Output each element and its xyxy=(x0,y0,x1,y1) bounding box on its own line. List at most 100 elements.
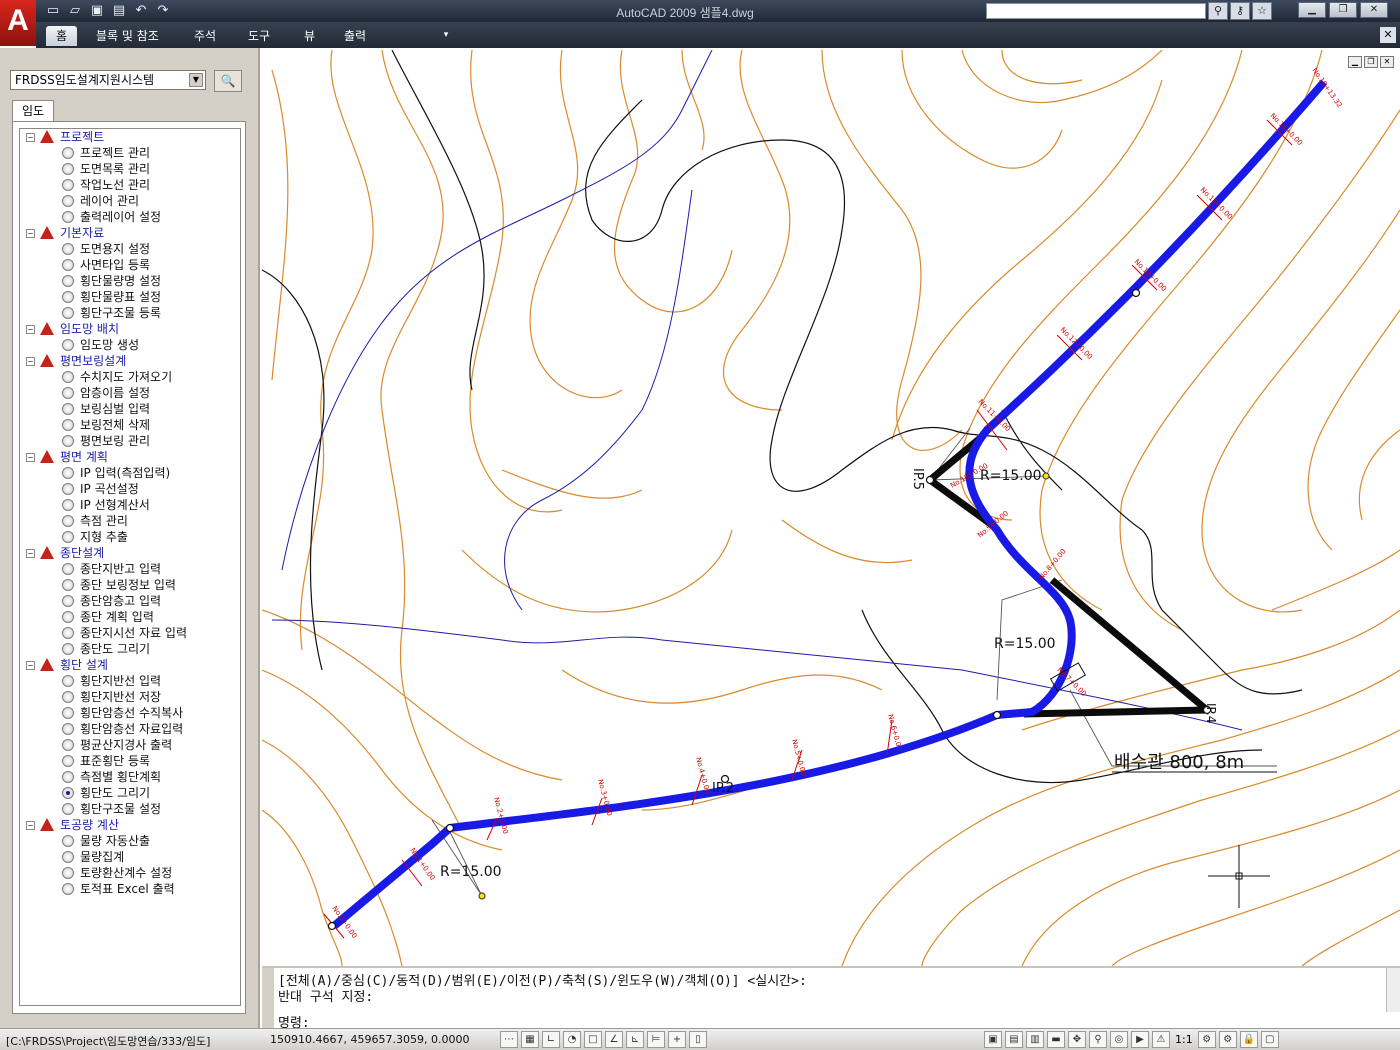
ribbon-expand-icon[interactable]: ▾ xyxy=(440,30,452,40)
quickview-icon[interactable]: ▬ xyxy=(1047,1031,1065,1048)
radio-icon[interactable] xyxy=(62,579,74,591)
ortho-icon[interactable]: ∟ xyxy=(542,1031,560,1048)
radio-icon[interactable] xyxy=(62,611,74,623)
collapse-icon[interactable]: − xyxy=(26,229,35,238)
clean-screen-icon[interactable]: ▢ xyxy=(1260,1031,1279,1048)
redo-icon[interactable]: ↷ xyxy=(154,2,172,20)
polar-icon[interactable]: ◔ xyxy=(563,1031,581,1048)
dyn-icon[interactable]: ⊨ xyxy=(647,1031,665,1048)
viewport-minimize-icon[interactable]: ▁ xyxy=(1348,56,1362,68)
drawing-svg[interactable]: No.0+0.00 No.1+0.00 No.2+0.00 No.3+0.00 … xyxy=(262,50,1400,966)
radio-icon[interactable] xyxy=(62,707,74,719)
radio-icon[interactable] xyxy=(62,275,74,287)
collapse-icon[interactable]: − xyxy=(26,549,35,558)
collapse-icon[interactable]: − xyxy=(26,661,35,670)
tab-output[interactable]: 출력 xyxy=(334,26,376,46)
radio-icon[interactable] xyxy=(62,595,74,607)
radio-icon[interactable] xyxy=(62,643,74,655)
tab-annotate[interactable]: 주석 xyxy=(184,26,226,46)
search-icon[interactable]: ⚲ xyxy=(1208,2,1228,20)
otrack-icon[interactable]: ∠ xyxy=(605,1031,623,1048)
lineweight-icon[interactable]: + xyxy=(668,1031,686,1048)
radio-icon[interactable] xyxy=(62,531,74,543)
radio-icon[interactable] xyxy=(62,371,74,383)
snap-icon[interactable]: ⋯ xyxy=(500,1031,518,1048)
radio-icon[interactable] xyxy=(62,691,74,703)
new-icon[interactable]: ▭ xyxy=(44,2,62,20)
quickprops-icon[interactable]: ▯ xyxy=(689,1031,707,1048)
ducs-icon[interactable]: ⊾ xyxy=(626,1031,644,1048)
collapse-icon[interactable]: − xyxy=(26,453,35,462)
close-icon[interactable]: ✕ xyxy=(1360,2,1388,18)
radio-icon[interactable] xyxy=(62,515,74,527)
radio-icon[interactable] xyxy=(62,771,74,783)
radio-icon[interactable] xyxy=(62,435,74,447)
radio-icon[interactable] xyxy=(62,723,74,735)
radio-icon[interactable] xyxy=(62,291,74,303)
collapse-icon[interactable]: − xyxy=(26,357,35,366)
system-dropdown[interactable]: FRDSS임도설계지원시스템 ▼ xyxy=(10,70,206,90)
tab-forest-road[interactable]: 임도 xyxy=(12,100,54,122)
radio-icon[interactable] xyxy=(62,867,74,879)
key-icon[interactable]: ⚷ xyxy=(1230,2,1250,20)
radio-icon[interactable] xyxy=(62,883,74,895)
print-icon[interactable]: ▤ xyxy=(110,2,128,20)
radio-icon[interactable] xyxy=(62,259,74,271)
radio-icon[interactable] xyxy=(62,211,74,223)
radio-icon[interactable] xyxy=(62,243,74,255)
command-scrollbar[interactable] xyxy=(1386,968,1400,1012)
tab-block-reference[interactable]: 블록 및 참조 xyxy=(86,26,169,46)
annotation-scale-icon[interactable]: ⚠ xyxy=(1152,1031,1170,1048)
radio-icon[interactable] xyxy=(62,755,74,767)
star-icon[interactable]: ☆ xyxy=(1252,2,1272,20)
radio-icon[interactable] xyxy=(62,339,74,351)
annotation-visibility-icon[interactable]: ⚙ xyxy=(1197,1031,1216,1048)
restore-icon[interactable]: ❐ xyxy=(1329,2,1357,18)
bc-marker[interactable] xyxy=(992,710,1002,720)
open-icon[interactable]: ▱ xyxy=(66,2,84,20)
radio-icon[interactable] xyxy=(62,403,74,415)
collapse-icon[interactable]: − xyxy=(26,133,35,142)
radius-center-marker[interactable] xyxy=(478,892,486,900)
radio-icon[interactable] xyxy=(62,147,74,159)
radio-icon[interactable] xyxy=(62,195,74,207)
command-line-grip[interactable] xyxy=(262,968,274,1028)
minimize-icon[interactable]: ▁ xyxy=(1298,2,1326,18)
annotation-scale[interactable]: 1:1 xyxy=(1173,1031,1195,1048)
tab-view[interactable]: 뷰 xyxy=(294,26,325,46)
ip5-marker[interactable] xyxy=(925,475,935,485)
app-menu-button[interactable]: A xyxy=(0,0,36,46)
binoculars-icon[interactable]: 🔍 xyxy=(214,70,242,92)
model-icon[interactable]: ▣ xyxy=(984,1031,1002,1048)
radio-icon[interactable] xyxy=(62,739,74,751)
start-marker[interactable] xyxy=(327,921,337,931)
route-centerline[interactable] xyxy=(331,79,1328,930)
viewport-restore-icon[interactable]: ❐ xyxy=(1364,56,1378,68)
radio-icon[interactable] xyxy=(62,675,74,687)
radio-icon[interactable] xyxy=(62,387,74,399)
radio-icon[interactable] xyxy=(62,483,74,495)
drawing-canvas[interactable]: No.0+0.00 No.1+0.00 No.2+0.00 No.3+0.00 … xyxy=(262,50,1400,966)
save-icon[interactable]: ▣ xyxy=(88,2,106,20)
command-line-window[interactable]: [전체(A)/중심(C)/동적(D)/범위(E)/이전(P)/축척(S)/윈도우… xyxy=(262,966,1400,1031)
radio-icon[interactable] xyxy=(62,307,74,319)
radio-icon[interactable] xyxy=(62,163,74,175)
pan-icon[interactable]: ✥ xyxy=(1068,1031,1086,1048)
radio-icon[interactable] xyxy=(62,467,74,479)
collapse-icon[interactable]: − xyxy=(26,821,35,830)
radio-icon[interactable] xyxy=(62,787,74,799)
radio-icon[interactable] xyxy=(62,851,74,863)
layout-icon[interactable]: ▤ xyxy=(1005,1031,1023,1048)
chevron-down-icon[interactable]: ▼ xyxy=(189,73,203,87)
undo-icon[interactable]: ↶ xyxy=(132,2,150,20)
collapse-icon[interactable]: − xyxy=(26,325,35,334)
radius-center-marker[interactable] xyxy=(1042,472,1050,480)
layout2-icon[interactable]: ▥ xyxy=(1026,1031,1044,1048)
radio-icon[interactable] xyxy=(62,419,74,431)
workspace-icon[interactable]: ⚙ xyxy=(1218,1031,1237,1048)
ribbon-close-icon[interactable]: ✕ xyxy=(1380,27,1396,43)
radio-icon[interactable] xyxy=(62,563,74,575)
search-input[interactable] xyxy=(986,3,1206,19)
radio-icon[interactable] xyxy=(62,835,74,847)
ip1-marker[interactable] xyxy=(445,823,455,833)
